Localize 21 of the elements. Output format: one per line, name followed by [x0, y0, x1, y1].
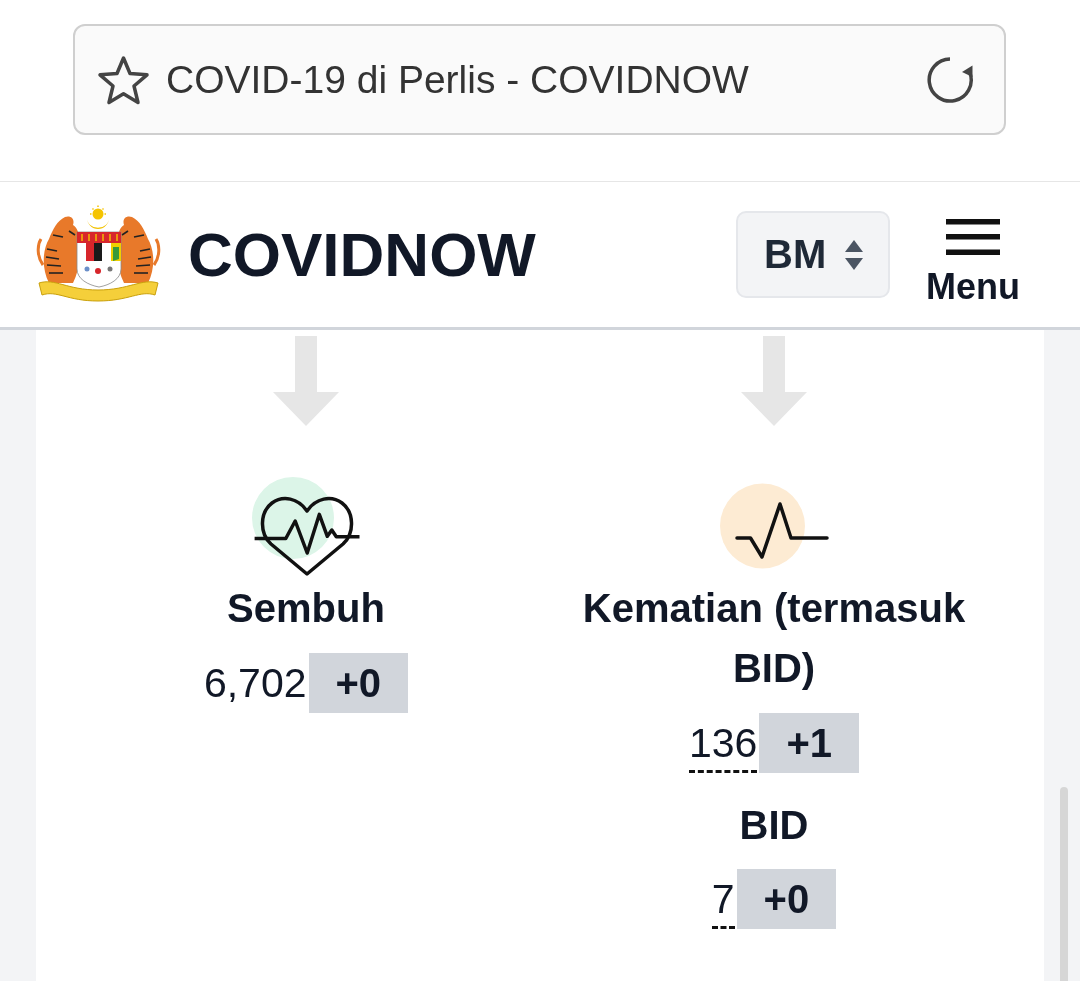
menu-icon [946, 219, 1000, 256]
down-arrow-icon [741, 336, 807, 426]
down-arrow-icon [273, 336, 339, 426]
site-name: COVIDNOW [188, 223, 536, 286]
reload-icon[interactable] [925, 54, 975, 105]
stat-value: 6,702 [203, 658, 307, 708]
page-title: COVID-19 di Perlis - COVIDNOW [166, 57, 750, 102]
coat-of-arms-icon [35, 205, 162, 302]
change-badge: +0 [308, 653, 409, 713]
address-bar[interactable]: COVID-19 di Perlis - COVIDNOW [73, 24, 1006, 135]
star-icon[interactable] [97, 54, 150, 105]
stat-label: Kematian (termasuk BID) [581, 585, 967, 692]
change-badge: +1 [759, 713, 859, 773]
sort-arrows-icon [845, 239, 864, 270]
language-select[interactable]: BM [736, 211, 890, 298]
breakdown-label: BID [739, 802, 809, 849]
stat-label: Sembuh [227, 585, 385, 632]
scrollbar-thumb[interactable] [1060, 787, 1068, 981]
menu-button[interactable]: Menu [926, 219, 1020, 307]
stat-value: 7 [711, 869, 735, 929]
change-badge: +0 [736, 869, 837, 929]
